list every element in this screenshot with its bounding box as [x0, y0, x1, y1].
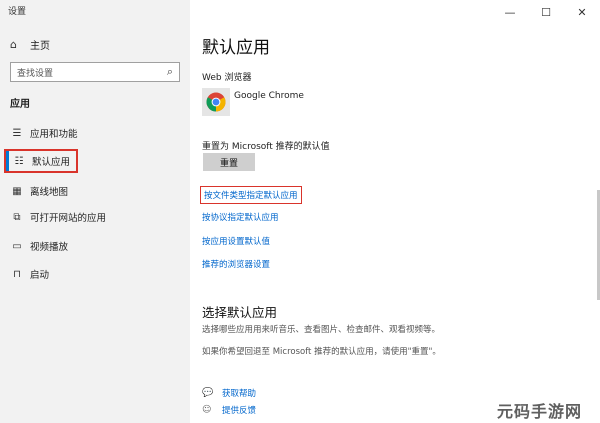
section-title-apps: 应用	[10, 99, 30, 110]
link-set-defaults-by-app[interactable]: 按应用设置默认值	[202, 235, 270, 247]
browser-selector[interactable]: Google Chrome	[202, 88, 304, 116]
maximize-button[interactable]: ☐	[528, 0, 564, 24]
window-controls: — ☐ ✕	[492, 0, 600, 24]
sidebar-item-offline-maps[interactable]: ▦ 离线地图	[10, 182, 68, 200]
sidebar-item-label: 离线地图	[30, 187, 69, 198]
sidebar-item-default-apps[interactable]: ☷ 默认应用	[4, 149, 79, 173]
link-default-by-protocol[interactable]: 按协议指定默认应用	[202, 211, 279, 223]
page-title: 默认应用	[202, 38, 270, 58]
browser-name: Google Chrome	[234, 91, 304, 101]
give-feedback-link[interactable]: ☺ 提供反馈	[202, 404, 256, 416]
watermark: 元码手游网	[497, 402, 583, 421]
apps-features-icon: ☰	[12, 127, 22, 139]
nav-home-label: 主页	[30, 41, 50, 52]
link-recommended-browser-settings[interactable]: 推荐的浏览器设置	[202, 258, 270, 270]
get-help-label: 获取帮助	[222, 389, 257, 399]
close-button[interactable]: ✕	[564, 0, 600, 24]
search-placeholder: 查找设置	[17, 68, 54, 79]
choose-default-apps-title: 选择默认应用	[202, 305, 278, 320]
help-icon: 💬	[202, 388, 214, 398]
search-icon[interactable]: ⌕	[167, 65, 173, 79]
sidebar-item-video-playback[interactable]: ▭ 视频播放	[10, 237, 68, 255]
home-icon: ⌂	[10, 38, 17, 51]
sidebar-item-label: 默认应用	[32, 157, 71, 168]
sidebar-item-label: 应用和功能	[30, 129, 78, 140]
feedback-icon: ☺	[202, 405, 212, 415]
main-panel: — ☐ ✕ 默认应用 Web 浏览器 Google Chrome 重置为 Mic…	[190, 0, 600, 423]
reset-label: 重置为 Microsoft 推荐的默认值	[202, 142, 330, 152]
sidebar-item-website-apps[interactable]: ⧉ 可打开网站的应用	[10, 208, 106, 226]
minimize-button[interactable]: —	[492, 0, 528, 24]
default-apps-icon: ☷	[14, 155, 24, 167]
web-browser-label: Web 浏览器	[202, 73, 252, 83]
website-apps-icon: ⧉	[13, 211, 21, 223]
startup-icon: ⊓	[13, 268, 21, 280]
choose-default-apps-desc: 选择哪些应用用来听音乐、查看图片、检查邮件、观看视频等。	[202, 325, 441, 335]
sidebar-item-label: 可打开网站的应用	[30, 213, 107, 224]
chrome-icon	[202, 88, 230, 116]
sidebar: 设置 ⌂ 主页 查找设置 ⌕ 应用 ☰ 应用和功能 ☷ 默认应用 ▦ 离线地图 …	[0, 0, 190, 423]
revert-desc: 如果你希望回退至 Microsoft 推荐的默认应用，请使用"重置"。	[202, 347, 441, 357]
active-indicator	[6, 151, 9, 171]
link-default-by-file-type[interactable]: 按文件类型指定默认应用	[200, 186, 302, 204]
sidebar-item-apps-features[interactable]: ☰ 应用和功能	[10, 124, 78, 142]
nav-home[interactable]: ⌂ 主页	[10, 37, 50, 52]
window-title: 设置	[8, 7, 27, 17]
reset-button[interactable]: 重置	[203, 153, 255, 171]
sidebar-item-startup[interactable]: ⊓ 启动	[10, 265, 49, 283]
give-feedback-label: 提供反馈	[222, 406, 257, 416]
get-help-link[interactable]: 💬 获取帮助	[202, 387, 256, 399]
sidebar-item-label: 启动	[30, 270, 50, 281]
offline-maps-icon: ▦	[12, 185, 22, 197]
search-input[interactable]: 查找设置 ⌕	[10, 62, 180, 82]
sidebar-item-label: 视频播放	[30, 242, 69, 253]
video-playback-icon: ▭	[12, 240, 22, 252]
